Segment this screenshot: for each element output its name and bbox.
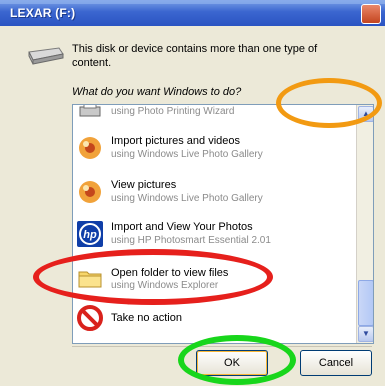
list-item-title: View pictures: [111, 179, 177, 191]
list-item-take-no-action[interactable]: Take no action: [73, 301, 356, 337]
autoplay-options-list[interactable]: using Photo Printing Wizard Import pictu…: [72, 104, 374, 344]
autoplay-dialog: LEXAR (F:) This disk or device contains …: [0, 0, 385, 386]
annotation-circle-red: [33, 249, 273, 305]
list-item-import-pictures[interactable]: Import pictures and videos using Windows…: [73, 129, 356, 167]
device-description: This disk or device contains more than o…: [72, 43, 318, 69]
title-bar[interactable]: LEXAR (F:): [0, 0, 385, 26]
scroll-down-icon[interactable]: ▼: [358, 326, 373, 342]
list-item-view-pictures[interactable]: View pictures using Windows Live Photo G…: [73, 173, 356, 211]
window-title: LEXAR (F:): [10, 6, 76, 20]
list-item-subtitle: using HP Photosmart Essential 2.01: [111, 235, 271, 246]
list-item-title: Import and View Your Photos: [111, 221, 253, 233]
no-action-icon: [77, 305, 103, 331]
question-label: What do you want Windows to do?: [72, 86, 242, 98]
list-item-title: Import pictures and videos: [111, 135, 241, 147]
list-item-subtitle: using Photo Printing Wizard: [111, 106, 235, 117]
list-scrollbar[interactable]: ▲ ▼: [356, 105, 373, 343]
annotation-circle-orange: [276, 78, 382, 128]
annotation-circle-green: [178, 335, 296, 385]
scroll-thumb[interactable]: [358, 280, 373, 326]
list-item-subtitle: using Windows Live Photo Gallery: [111, 193, 263, 204]
removable-drive-icon: [28, 47, 64, 65]
svg-text:hp: hp: [83, 229, 97, 241]
hp-logo-icon: hp: [77, 221, 103, 247]
photo-gallery-icon: [79, 181, 101, 203]
printer-icon: [79, 105, 101, 117]
photo-gallery-icon: [79, 137, 101, 159]
list-item-hp-photosmart[interactable]: hp Import and View Your Photos using HP …: [73, 215, 356, 255]
list-item-title: Take no action: [111, 312, 182, 324]
title-bar-highlight: [0, 0, 385, 4]
close-icon[interactable]: [361, 4, 381, 24]
list-item-subtitle: using Windows Live Photo Gallery: [111, 149, 263, 160]
cancel-button[interactable]: Cancel: [300, 350, 372, 376]
